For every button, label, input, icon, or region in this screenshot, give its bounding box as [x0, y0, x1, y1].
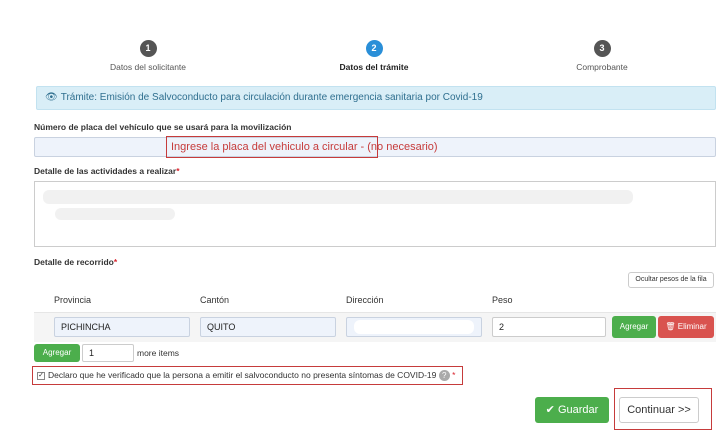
add-more-button[interactable]: Agregar: [34, 344, 80, 362]
redacted-text: [55, 208, 175, 220]
weight-input[interactable]: 2: [492, 317, 606, 337]
help-icon[interactable]: ?: [438, 370, 450, 382]
activities-textarea[interactable]: [34, 181, 716, 247]
trash-icon: 🗑: [665, 322, 676, 331]
column-header: Dirección: [346, 295, 384, 305]
step-label: Comprobante: [576, 62, 628, 72]
check-icon: ✔: [545, 404, 555, 416]
step-number: 1: [139, 40, 157, 57]
eye-icon: 👁: [45, 92, 58, 103]
step-label: Datos del solicitante: [109, 62, 187, 72]
column-header: Peso: [492, 295, 513, 305]
declaration-checkbox[interactable]: ✓: [37, 372, 45, 380]
save-label: Guardar: [557, 404, 599, 416]
more-items-label: more items: [137, 348, 180, 358]
toggle-weights-button[interactable]: Ocultar pesos de la fila: [628, 272, 714, 288]
activities-label: Detalle de las actividades a realizar*: [34, 166, 180, 176]
redacted-text: [43, 190, 633, 204]
column-header: Cantón: [200, 295, 230, 305]
delete-row-button[interactable]: 🗑 Eliminar: [658, 316, 714, 338]
step-applicant[interactable]: 1 Datos del solicitante: [68, 40, 228, 72]
continue-button[interactable]: Continuar >>: [619, 397, 699, 423]
add-count-input[interactable]: 1: [82, 344, 134, 362]
save-button[interactable]: ✔ Guardar: [535, 397, 609, 423]
delete-label: Eliminar: [677, 322, 707, 331]
plate-annotation-text: Ingrese la placa del vehiculo a circular…: [171, 141, 438, 153]
declaration-text-row: Declaro que he verificado que la persona…: [48, 370, 456, 382]
activities-label-text: Detalle de las actividades a realizar: [34, 166, 177, 176]
add-row-button[interactable]: Agregar: [612, 316, 656, 338]
step-number: 3: [593, 40, 611, 57]
column-header: Provincia: [54, 295, 92, 305]
required-mark: *: [452, 370, 456, 380]
canton-select[interactable]: QUITO: [200, 317, 336, 337]
redacted-address: [354, 320, 474, 334]
step-number: 2: [365, 40, 383, 57]
wizard-stepper: 1 Datos del solicitante 2 Datos del trám…: [0, 40, 722, 76]
declaration-text: Declaro que he verificado que la persona…: [48, 370, 437, 380]
route-label-text: Detalle de recorrido: [34, 257, 114, 267]
required-mark: *: [113, 257, 118, 267]
required-mark: *: [176, 166, 180, 176]
step-procedure[interactable]: 2 Datos del trámite: [294, 40, 454, 72]
plate-label: Número de placa del vehículo que se usar…: [34, 122, 292, 132]
step-label: Datos del trámite: [339, 62, 409, 72]
procedure-banner: 👁 Trámite: Emisión de Salvoconducto para …: [36, 86, 716, 110]
province-select[interactable]: PICHINCHA: [54, 317, 190, 337]
banner-text: Trámite: Emisión de Salvoconducto para c…: [60, 92, 483, 103]
step-receipt[interactable]: 3 Comprobante: [522, 40, 682, 72]
route-label: Detalle de recorrido*: [34, 257, 117, 267]
